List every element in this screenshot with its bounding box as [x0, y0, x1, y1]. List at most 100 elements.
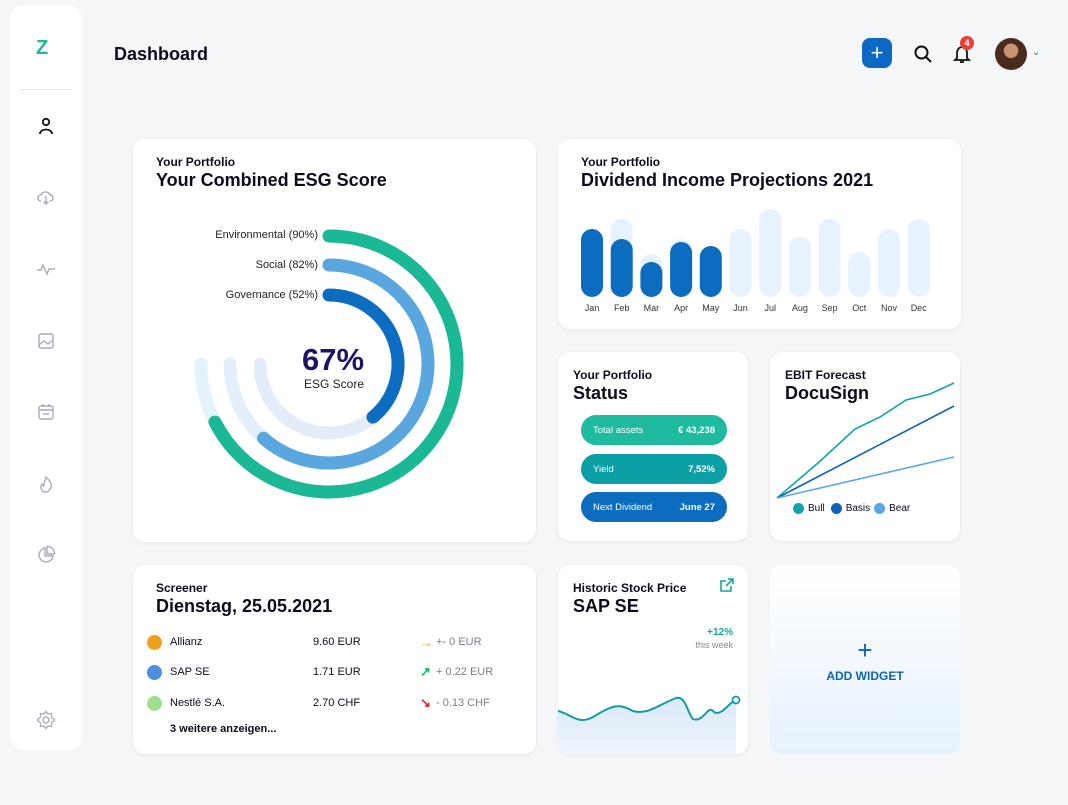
- stock-change: +- 0 EUR: [436, 636, 482, 648]
- legend-dot-basis: [830, 503, 842, 514]
- tick-label-jun: Jun: [733, 303, 748, 313]
- dividend-chart: Jan Feb Mar Apr May Jun Jul Aug Sep Oct Nov Dec: [581, 209, 930, 313]
- status-value: 7,52%: [688, 463, 715, 475]
- status-label: Next Dividend: [593, 501, 653, 513]
- add-button[interactable]: +: [862, 38, 892, 68]
- status-total-assets: Total assets € 43,238: [581, 415, 727, 445]
- bar-actual-apr: [670, 242, 693, 297]
- stock-sparkline: [558, 695, 741, 754]
- arrow-up-right-icon: ↗: [420, 664, 431, 679]
- image-icon[interactable]: [36, 331, 56, 351]
- flame-icon[interactable]: [36, 474, 56, 494]
- screener-card: Screener Dienstag, 25.05.2021 Allianz 9.…: [133, 565, 536, 754]
- plus-icon: +: [857, 635, 873, 665]
- legend-bear: Bear: [889, 503, 911, 514]
- notification-badge: 4: [960, 36, 974, 50]
- chevron-down-icon[interactable]: ⌄: [1032, 47, 1040, 58]
- status-title: Status: [573, 383, 629, 403]
- bar-actual-mar: [640, 262, 663, 297]
- bar-projected-nov: [878, 229, 900, 297]
- stock-value: 1.71 EUR: [313, 666, 361, 678]
- esg-score-label: ESG Score: [304, 377, 364, 391]
- bar-projected-sep: [818, 219, 841, 297]
- bar-actual-feb: [610, 239, 633, 297]
- add-widget-card[interactable]: + ADD WIDGET: [770, 565, 960, 754]
- esg-card: Your Portfolio Your Combined ESG Score 6…: [133, 139, 536, 542]
- logo: Z: [36, 37, 49, 59]
- status-subtitle: Your Portfolio: [573, 368, 653, 382]
- tick-label-jan: Jan: [585, 303, 600, 313]
- legend-basis: Basis: [845, 503, 871, 514]
- screener-row[interactable]: Nestlé S.A. 2.70 CHF ↘ - 0.13 CHF: [147, 693, 507, 713]
- ebit-legend: Bull Basis Bear: [793, 503, 910, 514]
- user-icon[interactable]: [36, 116, 56, 136]
- activity-icon[interactable]: [36, 259, 56, 279]
- stock-name: SAP SE: [170, 666, 210, 678]
- stock-value: 2.70 CHF: [313, 697, 361, 709]
- bar-projected-jun: [729, 229, 752, 297]
- pie-chart-icon[interactable]: [36, 545, 56, 565]
- stock-value: 9.60 EUR: [313, 636, 361, 648]
- add-widget-label: ADD WIDGET: [826, 669, 904, 683]
- status-label: Total assets: [593, 424, 644, 436]
- tick-label-oct: Oct: [852, 303, 867, 313]
- stock-change: + 0.22 EUR: [436, 666, 494, 678]
- arrow-right-icon: →: [420, 634, 433, 650]
- screener-row[interactable]: Allianz 9.60 EUR → +- 0 EUR: [147, 632, 507, 652]
- cloud-download-icon[interactable]: [36, 187, 56, 207]
- ring-label-social: Social (82%): [255, 259, 318, 271]
- tick-label-may: May: [702, 303, 720, 313]
- legend-bull: Bull: [808, 503, 825, 514]
- dividend-card: Your Portfolio Dividend Income Projectio…: [558, 139, 961, 329]
- tick-label-mar: Mar: [644, 303, 660, 313]
- status-card: Your Portfolio Status Total assets € 43,2…: [558, 352, 748, 541]
- ebit-card: EBIT Forecast DocuSign Bull Basis Bear: [770, 352, 960, 541]
- ring-label-environmental: Environmental (90%): [215, 229, 318, 241]
- tick-label-aug: Aug: [792, 303, 808, 313]
- page-title: Dashboard: [114, 44, 209, 64]
- tick-label-sep: Sep: [822, 303, 838, 313]
- esg-rings: 67% ESG Score: [194, 229, 464, 499]
- ebit-line-bear: [776, 456, 955, 499]
- tick-label-apr: Apr: [674, 303, 688, 313]
- search-icon[interactable]: [913, 44, 933, 64]
- sidebar: Z: [10, 5, 82, 750]
- settings-icon[interactable]: [36, 710, 56, 730]
- status-label: Yield: [593, 463, 614, 475]
- legend-dot-bear: [874, 503, 886, 514]
- status-value: € 43,238: [678, 424, 715, 436]
- sidebar-divider: [20, 89, 72, 90]
- show-more-link[interactable]: 3 weitere anzeigen...: [170, 723, 276, 735]
- stock-card: Historic Stock Price SAP SE +12% this we…: [558, 565, 748, 754]
- screener-row[interactable]: SAP SE 1.71 EUR ↗ + 0.22 EUR: [147, 662, 507, 682]
- status-next-dividend: Next Dividend June 27: [581, 492, 727, 522]
- esg-score: 67%: [302, 342, 364, 377]
- legend-dot-bull: [793, 503, 804, 514]
- stock-name: Nestlé S.A.: [170, 697, 226, 709]
- sap-dot: [147, 664, 162, 680]
- tick-label-feb: Feb: [614, 303, 630, 313]
- calendar-icon[interactable]: [36, 402, 56, 422]
- nestle-dot: [147, 695, 162, 711]
- tick-label-nov: Nov: [881, 303, 898, 313]
- stock-name: Allianz: [170, 636, 203, 648]
- status-value: June 27: [679, 501, 715, 513]
- ebit-line-bull: [776, 382, 955, 499]
- arrow-down-right-icon: ↘: [420, 695, 431, 710]
- avatar[interactable]: [995, 38, 1027, 70]
- bar-actual-jan: [581, 229, 603, 297]
- tick-label-dec: Dec: [911, 303, 928, 313]
- bar-projected-oct: [848, 252, 871, 297]
- screener-title: Dienstag, 25.05.2021: [156, 596, 333, 616]
- bar-projected-aug: [788, 237, 811, 297]
- screener-subtitle: Screener: [156, 581, 208, 595]
- tick-label-jul: Jul: [764, 303, 776, 313]
- bar-projected-dec: [907, 219, 930, 297]
- status-yield: Yield 7,52%: [581, 454, 727, 484]
- ebit-line-basis: [776, 405, 955, 499]
- bar-actual-may: [699, 246, 722, 297]
- bar-projected-jul: [759, 209, 782, 297]
- allianz-dot: [147, 634, 162, 650]
- ring-label-governance: Governance (52%): [225, 289, 318, 301]
- stock-change: - 0.13 CHF: [436, 697, 490, 709]
